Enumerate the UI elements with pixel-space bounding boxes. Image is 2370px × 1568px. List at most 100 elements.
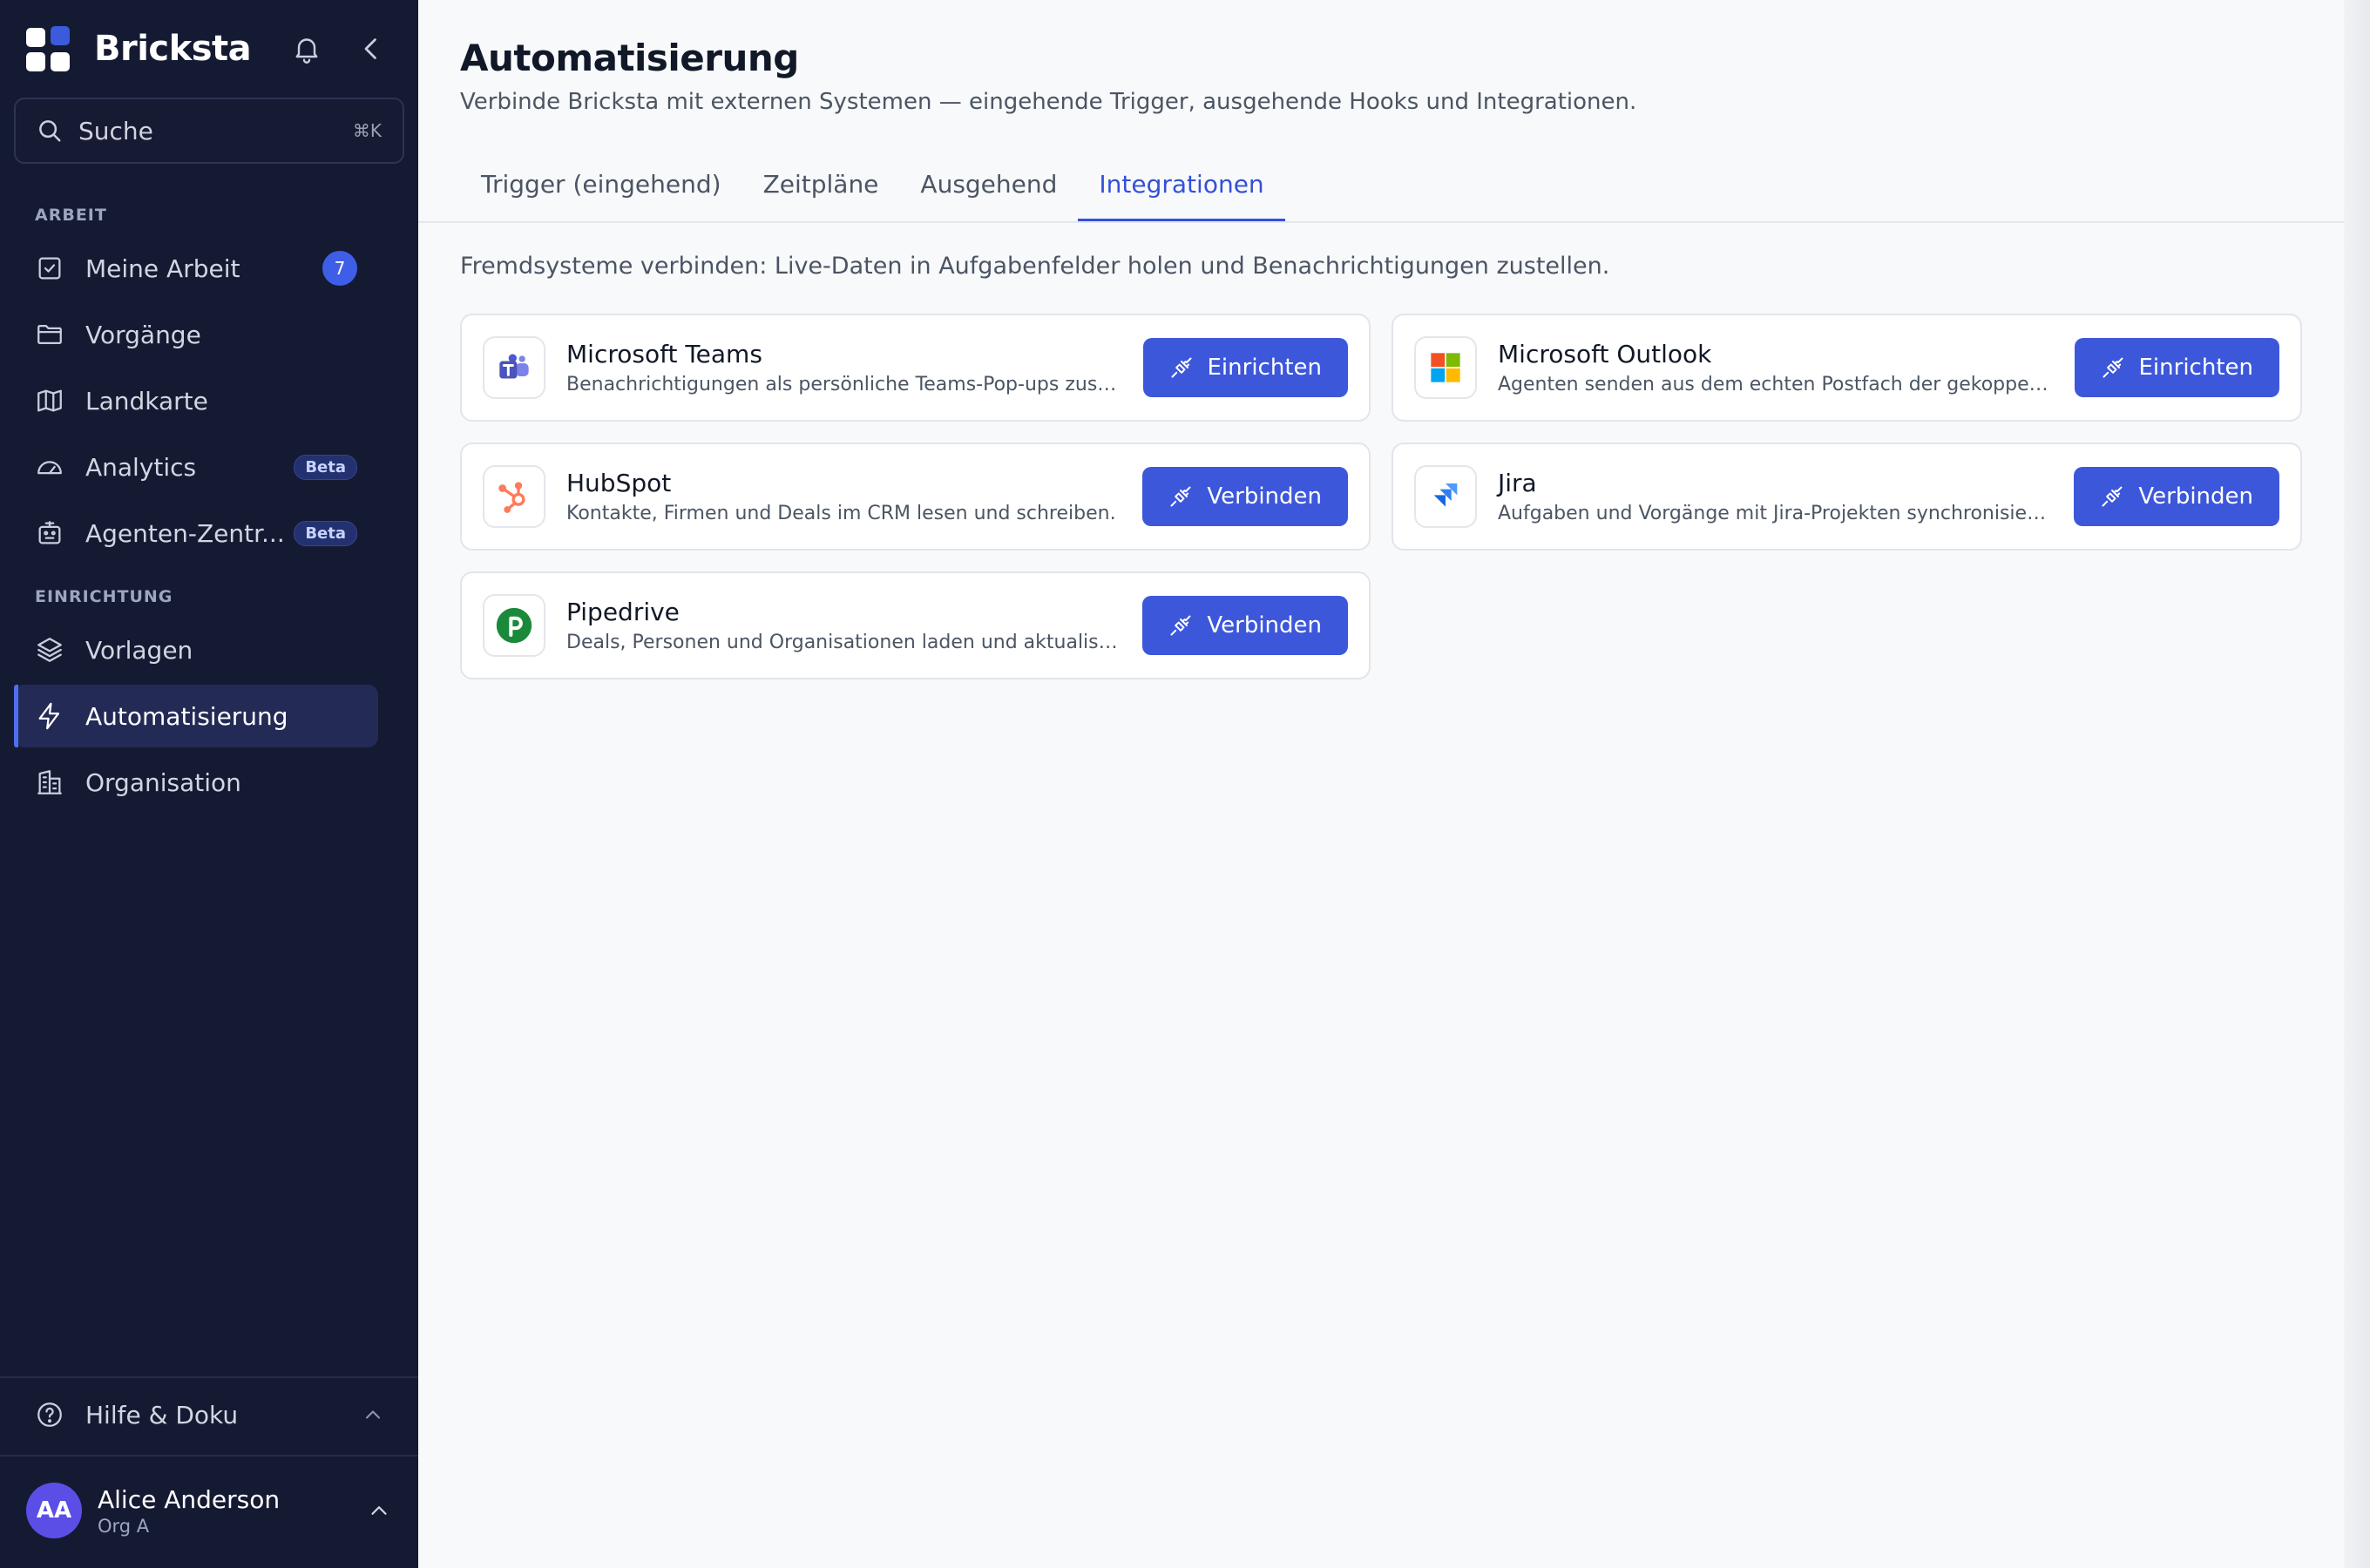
map-icon: [37, 389, 62, 412]
plug-icon: [1170, 486, 1191, 507]
main-content: Automatisierung Verbinde Bricksta mit ex…: [418, 0, 2344, 1568]
sidebar-item-label: Agenten-Zentr...: [85, 518, 285, 548]
tabs-divider: [418, 221, 2344, 223]
plug-icon: [1170, 615, 1191, 636]
avatar: AA: [26, 1483, 82, 1538]
integration-text: Pipedrive Deals, Personen und Organisati…: [566, 598, 1121, 653]
user-info: Alice Anderson Org A: [98, 1485, 366, 1537]
integration-description: Agenten senden aus dem echten Postfach d…: [1498, 374, 2054, 395]
button-label: Verbinden: [1207, 612, 1322, 639]
chevron-up-icon: [365, 1410, 381, 1419]
help-circle-icon: [37, 1402, 62, 1427]
integration-text: Microsoft Outlook Agenten senden aus dem…: [1498, 340, 2054, 395]
sidebar-divider: [0, 1376, 418, 1378]
integration-name: Pipedrive: [566, 598, 680, 626]
folder-icon: [37, 324, 62, 345]
integrations-intro: Fremdsysteme verbinden: Live-Daten in Au…: [460, 253, 1610, 280]
integration-name: Jira: [1498, 469, 1537, 497]
search-label: Suche: [78, 116, 153, 145]
integration-card-microsoft-teams: Microsoft Teams Benachrichtigungen als p…: [460, 314, 1371, 422]
sidebar-item-landkarte[interactable]: Landkarte: [14, 369, 378, 432]
beta-badge: Beta: [294, 454, 357, 480]
integration-name: Microsoft Outlook: [1498, 340, 1712, 368]
plug-icon: [1171, 357, 1191, 378]
search-input[interactable]: Suche ⌘K: [14, 98, 404, 164]
beta-badge: Beta: [294, 520, 357, 546]
setup-teams-button[interactable]: Einrichten: [1142, 338, 1348, 397]
connect-pipedrive-button[interactable]: Verbinden: [1142, 596, 1348, 655]
user-menu[interactable]: AA Alice Anderson Org A: [26, 1479, 392, 1542]
robot-icon: [38, 521, 61, 544]
brand-name: Bricksta: [94, 29, 252, 69]
button-label: Einrichten: [1207, 355, 1323, 381]
gauge-icon: [37, 461, 62, 475]
tab-integrationen[interactable]: Integrationen: [1078, 155, 1285, 221]
hubspot-icon: [483, 465, 545, 528]
sidebar-item-vorgaenge[interactable]: Vorgänge: [14, 303, 378, 366]
integration-card-pipedrive: Pipedrive Deals, Personen und Organisati…: [460, 571, 1371, 679]
button-label: Verbinden: [2138, 483, 2253, 510]
plug-icon: [2102, 486, 2123, 507]
brand[interactable]: Bricksta: [26, 24, 252, 73]
lightning-icon: [38, 702, 60, 730]
sidebar-item-label: Analytics: [85, 452, 197, 482]
section-label-arbeit: ARBEIT: [35, 206, 107, 225]
teams-icon: [483, 336, 545, 399]
integration-name: Microsoft Teams: [566, 340, 762, 368]
sidebar-item-label: Automatisierung: [85, 701, 288, 731]
connect-jira-button[interactable]: Verbinden: [2074, 467, 2279, 526]
tab-trigger[interactable]: Trigger (eingehend): [460, 155, 742, 221]
integration-description: Deals, Personen und Organisationen laden…: [566, 632, 1122, 653]
button-label: Verbinden: [1207, 483, 1322, 510]
sidebar-item-label: Organisation: [85, 767, 241, 797]
search-shortcut: ⌘K: [352, 120, 382, 141]
sidebar-item-label: Vorgänge: [85, 320, 201, 349]
integration-card-jira: Jira Aufgaben und Vorgänge mit Jira-Proj…: [1392, 443, 2302, 551]
integration-text: Jira Aufgaben und Vorgänge mit Jira-Proj…: [1498, 469, 2053, 524]
sidebar-item-automatisierung[interactable]: Automatisierung: [14, 685, 378, 747]
integration-card-microsoft-outlook: Microsoft Outlook Agenten senden aus dem…: [1392, 314, 2302, 422]
setup-outlook-button[interactable]: Einrichten: [2074, 338, 2279, 397]
tab-ausgehend[interactable]: Ausgehend: [899, 155, 1078, 221]
page-title: Automatisierung: [460, 37, 799, 79]
sidebar-item-agenten-zentrum[interactable]: Agenten-Zentr... Beta: [14, 502, 378, 564]
tab-bar: Trigger (eingehend) Zeitpläne Ausgehend …: [460, 155, 1285, 221]
checkbox-icon: [38, 257, 61, 280]
integration-text: Microsoft Teams Benachrichtigungen als p…: [566, 340, 1122, 395]
layers-icon: [37, 638, 62, 662]
pipedrive-icon: [483, 594, 545, 657]
section-label-einrichtung: EINRICHTUNG: [35, 587, 173, 606]
integration-description: Kontakte, Firmen und Deals im CRM lesen …: [566, 503, 1116, 524]
outlook-icon: [1414, 336, 1477, 399]
integration-text: HubSpot Kontakte, Firmen und Deals im CR…: [566, 469, 1121, 524]
scrollbar-track[interactable]: [2344, 0, 2370, 1568]
count-badge: 7: [322, 251, 357, 286]
bell-icon[interactable]: [291, 31, 322, 66]
sidebar-item-analytics[interactable]: Analytics Beta: [14, 436, 378, 498]
tab-zeitplaene[interactable]: Zeitpläne: [742, 155, 900, 221]
integration-name: HubSpot: [566, 469, 672, 497]
user-org: Org A: [98, 1515, 150, 1537]
integration-description: Aufgaben und Vorgänge mit Jira-Projekten…: [1498, 503, 2054, 524]
sidebar-item-label: Meine Arbeit: [85, 253, 240, 283]
connect-hubspot-button[interactable]: Verbinden: [1142, 467, 1348, 526]
integration-description: Benachrichtigungen als persönliche Teams…: [566, 374, 1122, 395]
plug-icon: [2103, 357, 2123, 378]
building-icon: [37, 770, 62, 794]
bricksta-logo-icon: [26, 26, 70, 71]
button-label: Einrichten: [2138, 355, 2254, 381]
search-icon: [39, 120, 61, 142]
sidebar-item-label: Vorlagen: [85, 635, 193, 665]
page-subtitle: Verbinde Bricksta mit externen Systemen …: [460, 89, 1637, 115]
sidebar-item-vorlagen[interactable]: Vorlagen: [14, 618, 378, 681]
sidebar-item-label: Landkarte: [85, 386, 208, 416]
chevron-left-icon[interactable]: [356, 31, 387, 66]
sidebar-item-meine-arbeit[interactable]: Meine Arbeit 7: [14, 237, 378, 300]
chevron-up-icon: [371, 1506, 387, 1515]
integration-card-hubspot: HubSpot Kontakte, Firmen und Deals im CR…: [460, 443, 1371, 551]
jira-icon: [1414, 465, 1477, 528]
user-name: Alice Anderson: [98, 1484, 281, 1514]
help-docs-toggle[interactable]: Hilfe & Doku: [14, 1383, 404, 1446]
sidebar-divider: [0, 1455, 418, 1456]
sidebar-item-organisation[interactable]: Organisation: [14, 751, 378, 814]
